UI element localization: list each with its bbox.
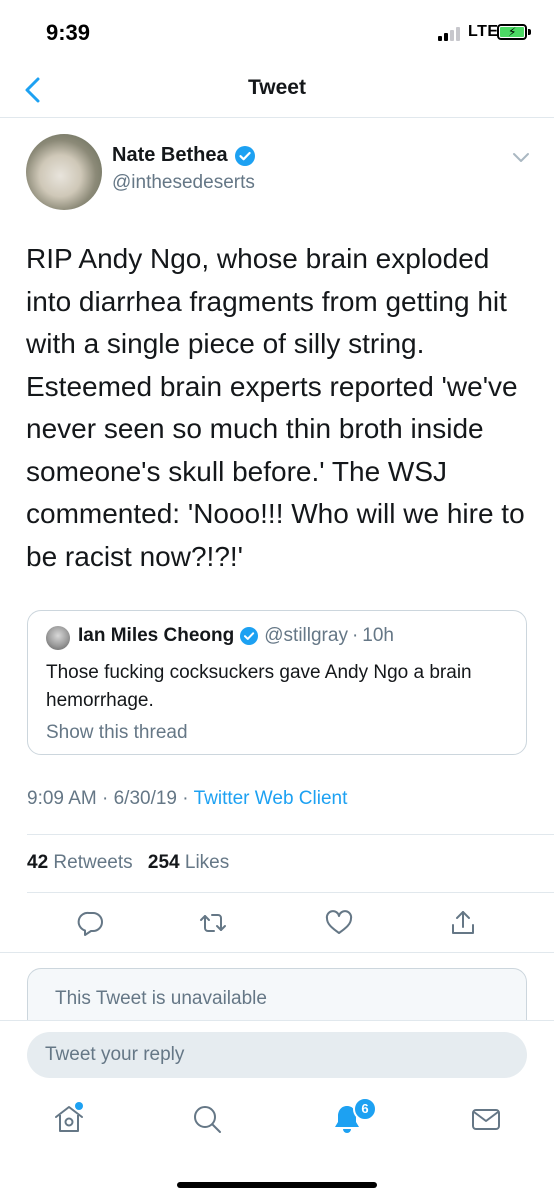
divider — [27, 834, 554, 835]
status-bar: 9:39 LTE ⚡ — [0, 0, 554, 64]
reply-bar — [0, 1020, 554, 1088]
messages-envelope-icon[interactable] — [469, 1102, 503, 1136]
new-content-dot — [75, 1102, 83, 1110]
author-name-row[interactable]: Nate Bethea — [112, 144, 255, 167]
reply-input[interactable] — [27, 1032, 527, 1078]
reply-icon[interactable] — [76, 908, 106, 938]
search-icon[interactable] — [190, 1102, 224, 1136]
verified-badge-icon — [234, 145, 255, 166]
quoted-text: Those fucking cocksuckers gave Andy Ngo … — [46, 662, 472, 711]
battery-nub — [528, 29, 531, 35]
unavailable-text: This Tweet is unavailable — [55, 988, 267, 1009]
page-title: Tweet — [248, 76, 306, 99]
retweet-icon[interactable] — [198, 908, 228, 938]
quoted-time: 10h — [362, 625, 394, 646]
author-handle[interactable]: @inthesedeserts — [112, 172, 255, 194]
verified-badge-icon — [240, 627, 259, 645]
quoted-separator: · — [351, 625, 359, 646]
notification-badge: 6 — [353, 1097, 377, 1121]
retweets-label[interactable]: Retweets — [53, 852, 132, 873]
like-heart-icon[interactable] — [324, 908, 354, 938]
share-icon[interactable] — [448, 908, 478, 938]
avatar[interactable] — [26, 134, 102, 210]
tweet-timestamp: 9:09 AM · 6/30/19 · Twitter Web Client — [27, 788, 348, 809]
tweet-client-link[interactable]: Twitter Web Client — [194, 788, 348, 809]
quoted-avatar — [46, 626, 70, 650]
quoted-author-row: Ian Miles Cheong @stillgray · 10h — [78, 625, 394, 647]
divider — [0, 952, 554, 953]
nav-header: Tweet — [0, 64, 554, 118]
quoted-handle: @stillgray — [264, 625, 348, 646]
likes-count[interactable]: 254 — [148, 852, 180, 873]
engagement-counts: 42 Retweets 254 Likes — [27, 852, 229, 874]
tweet-date: 6/30/19 — [113, 788, 178, 809]
home-indicator[interactable] — [177, 1182, 377, 1188]
likes-label[interactable]: Likes — [185, 852, 229, 873]
retweets-count[interactable]: 42 — [27, 852, 48, 873]
tweet-time: 9:09 AM — [27, 788, 97, 809]
chevron-down-icon[interactable] — [512, 152, 530, 164]
network-type: LTE — [468, 23, 499, 40]
display-name[interactable]: Nate Bethea — [112, 144, 228, 167]
quoted-display-name: Ian Miles Cheong — [78, 625, 235, 646]
tweet-text: RIP Andy Ngo, whose brain exploded into … — [26, 243, 525, 572]
divider — [27, 892, 554, 893]
status-time: 9:39 — [46, 20, 91, 45]
quoted-tweet[interactable]: Ian Miles Cheong @stillgray · 10h Those … — [27, 610, 527, 755]
signal-icon — [438, 27, 464, 41]
battery-icon: ⚡ — [497, 24, 527, 40]
show-thread-link[interactable]: Show this thread — [46, 722, 188, 744]
